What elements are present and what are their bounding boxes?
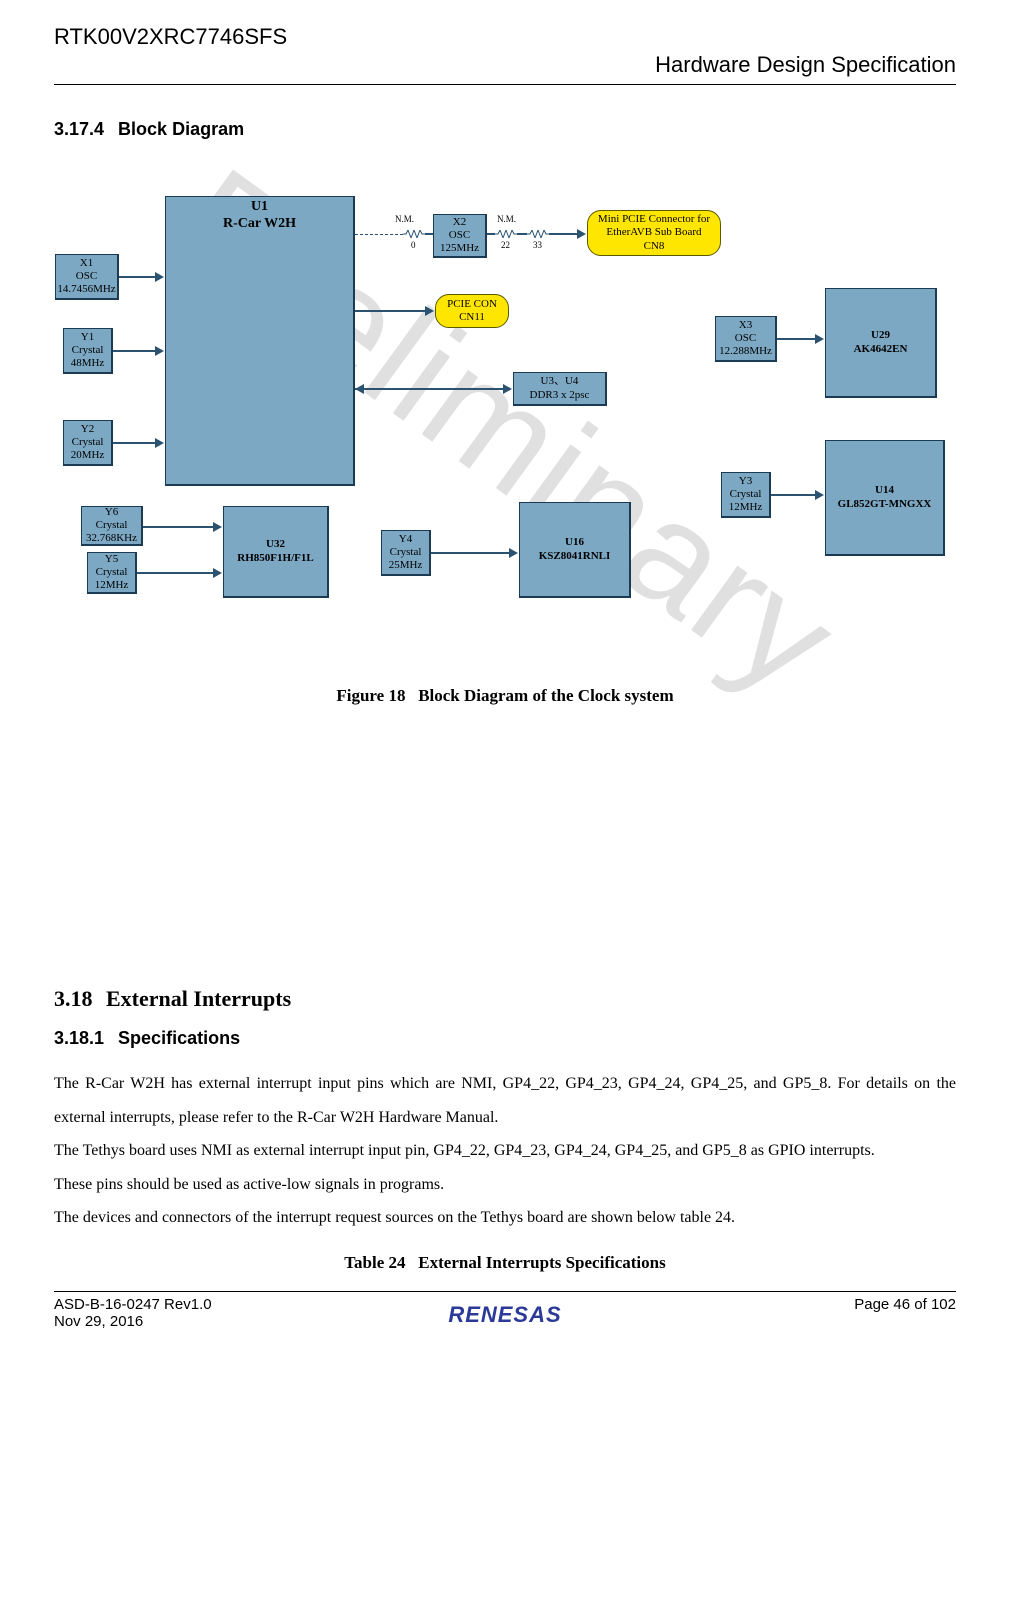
- figure-text: Block Diagram of the Clock system: [418, 686, 673, 705]
- block-y1: Y1 Crystal 48MHz: [63, 328, 113, 374]
- block-y6: Y6 Crystal 32.768KHz: [81, 506, 143, 546]
- block-y4-l2: Crystal: [390, 546, 422, 559]
- block-u16-l2: KSZ8041RNLI: [539, 550, 611, 563]
- block-x2-l1: X2: [453, 216, 466, 229]
- block-y6-l2: Crystal: [96, 519, 128, 532]
- block-y5: Y5 Crystal 12MHz: [87, 552, 137, 594]
- block-y2-l3: 20MHz: [71, 449, 105, 462]
- section-title: Block Diagram: [118, 119, 244, 139]
- block-x3-l2: OSC: [735, 332, 756, 345]
- block-u14-l2: GL852GT-MNGXX: [838, 498, 932, 511]
- block-y5-l2: Crystal: [96, 566, 128, 579]
- body-p2: The Tethys board uses NMI as external in…: [54, 1134, 956, 1168]
- section-spec-title: Specifications: [118, 1028, 240, 1048]
- table-label: Table 24: [344, 1253, 405, 1272]
- block-u29: U29 AK4642EN: [825, 288, 937, 398]
- table-caption: Table 24 External Interrupts Specificati…: [54, 1253, 956, 1273]
- block-u29-l1: U29: [871, 329, 890, 342]
- block-x2: X2 OSC 125MHz: [433, 214, 487, 258]
- block-y1-l3: 48MHz: [71, 357, 105, 370]
- nm-left: N.M.: [395, 214, 414, 224]
- figure-caption: Figure 18 Block Diagram of the Clock sys…: [54, 686, 956, 706]
- block-u14-l1: U14: [875, 484, 894, 497]
- footer-date: Nov 29, 2016: [54, 1313, 212, 1330]
- block-y2-l1: Y2: [81, 423, 94, 436]
- footer-page: Page 46 of 102: [854, 1296, 956, 1330]
- section-external-interrupts: 3.18 External Interrupts: [54, 986, 956, 1012]
- header-title: Hardware Design Specification: [54, 52, 956, 78]
- block-x1-l2: OSC: [76, 270, 97, 283]
- res-22: 22: [501, 240, 510, 250]
- section-number: 3.17.4: [54, 119, 104, 139]
- block-pcie-l1: PCIE CON: [447, 298, 497, 311]
- nm-right: N.M.: [497, 214, 516, 224]
- block-mini-l1: Mini PCIE Connector for: [598, 213, 710, 226]
- body-p4: The devices and connectors of the interr…: [54, 1201, 956, 1235]
- resistor-mid1: [495, 230, 517, 238]
- section-ei-title: External Interrupts: [106, 986, 291, 1011]
- block-u3u4: U3、U4 DDR3 x 2psc: [513, 372, 607, 406]
- block-x1: X1 OSC 14.7456MHz: [55, 254, 119, 300]
- figure-label: Figure 18: [336, 686, 405, 705]
- header-rule: [54, 84, 956, 85]
- block-y3-l1: Y3: [739, 475, 752, 488]
- footer: ASD-B-16-0247 Rev1.0 Nov 29, 2016 Page 4…: [54, 1291, 956, 1328]
- block-y1-l1: Y1: [81, 331, 94, 344]
- table-text: External Interrupts Specifications: [418, 1253, 665, 1272]
- res-33: 33: [533, 240, 542, 250]
- block-y3: Y3 Crystal 12MHz: [721, 472, 771, 518]
- block-y6-l3: 32.768KHz: [86, 532, 137, 545]
- block-u3u4-l2: DDR3 x 2psc: [530, 389, 590, 402]
- block-y6-l1: Y6: [105, 506, 118, 519]
- block-x2-l3: 125MHz: [440, 242, 479, 255]
- footer-rule: [54, 1291, 956, 1292]
- section-block-diagram: 3.17.4 Block Diagram: [54, 119, 956, 140]
- block-u29-l2: AK4642EN: [854, 343, 908, 356]
- section-specifications: 3.18.1 Specifications: [54, 1028, 956, 1049]
- block-x3-l3: 12.288MHz: [719, 345, 772, 358]
- body-p1: The R-Car W2H has external interrupt inp…: [54, 1067, 956, 1134]
- block-mini-l2: EtherAVB Sub Board: [606, 226, 701, 239]
- block-x2-l2: OSC: [449, 229, 470, 242]
- block-u32-l1: U32: [266, 538, 285, 551]
- block-u1-line2: R-Car W2H: [223, 216, 296, 233]
- block-y1-l2: Crystal: [72, 344, 104, 357]
- block-u14: U14 GL852GT-MNGXX: [825, 440, 945, 556]
- block-x3-l1: X3: [739, 319, 752, 332]
- block-x1-l1: X1: [80, 257, 93, 270]
- block-y4-l1: Y4: [399, 533, 412, 546]
- block-u1: U1 R-Car W2H: [165, 196, 355, 486]
- res-0: 0: [411, 240, 416, 250]
- body-p3: These pins should be used as active-low …: [54, 1168, 956, 1202]
- body-text: The R-Car W2H has external interrupt inp…: [54, 1067, 956, 1235]
- resistor-mid2: [527, 230, 549, 238]
- block-y3-l3: 12MHz: [729, 501, 763, 514]
- footer-doc: ASD-B-16-0247 Rev1.0: [54, 1296, 212, 1313]
- block-x3: X3 OSC 12.288MHz: [715, 316, 777, 362]
- block-y2-l2: Crystal: [72, 436, 104, 449]
- block-y2: Y2 Crystal 20MHz: [63, 420, 113, 466]
- block-u32-l2: RH850F1H/F1L: [237, 552, 313, 565]
- figure-block-diagram: Preliminary U1 R-Car W2H X1 OSC 14.7456M…: [55, 176, 955, 666]
- block-y4: Y4 Crystal 25MHz: [381, 530, 431, 576]
- block-mini-pcie: Mini PCIE Connector for EtherAVB Sub Boa…: [587, 210, 721, 256]
- block-y5-l3: 12MHz: [95, 579, 129, 592]
- section-spec-num: 3.18.1: [54, 1028, 104, 1048]
- header-code: RTK00V2XRC7746SFS: [54, 24, 956, 50]
- section-ei-num: 3.18: [54, 986, 93, 1011]
- block-pcie-con: PCIE CON CN11: [435, 294, 509, 328]
- block-pcie-l2: CN11: [459, 311, 485, 324]
- block-u16-l1: U16: [565, 536, 584, 549]
- resistor-left: [403, 230, 425, 238]
- block-u3u4-l1: U3、U4: [541, 375, 579, 388]
- block-y4-l3: 25MHz: [389, 559, 423, 572]
- block-x1-l3: 14.7456MHz: [57, 283, 115, 296]
- block-u16: U16 KSZ8041RNLI: [519, 502, 631, 598]
- block-y3-l2: Crystal: [730, 488, 762, 501]
- block-y5-l1: Y5: [105, 553, 118, 566]
- block-u32: U32 RH850F1H/F1L: [223, 506, 329, 598]
- block-mini-l3: CN8: [644, 240, 665, 253]
- block-u1-line1: U1: [251, 199, 268, 216]
